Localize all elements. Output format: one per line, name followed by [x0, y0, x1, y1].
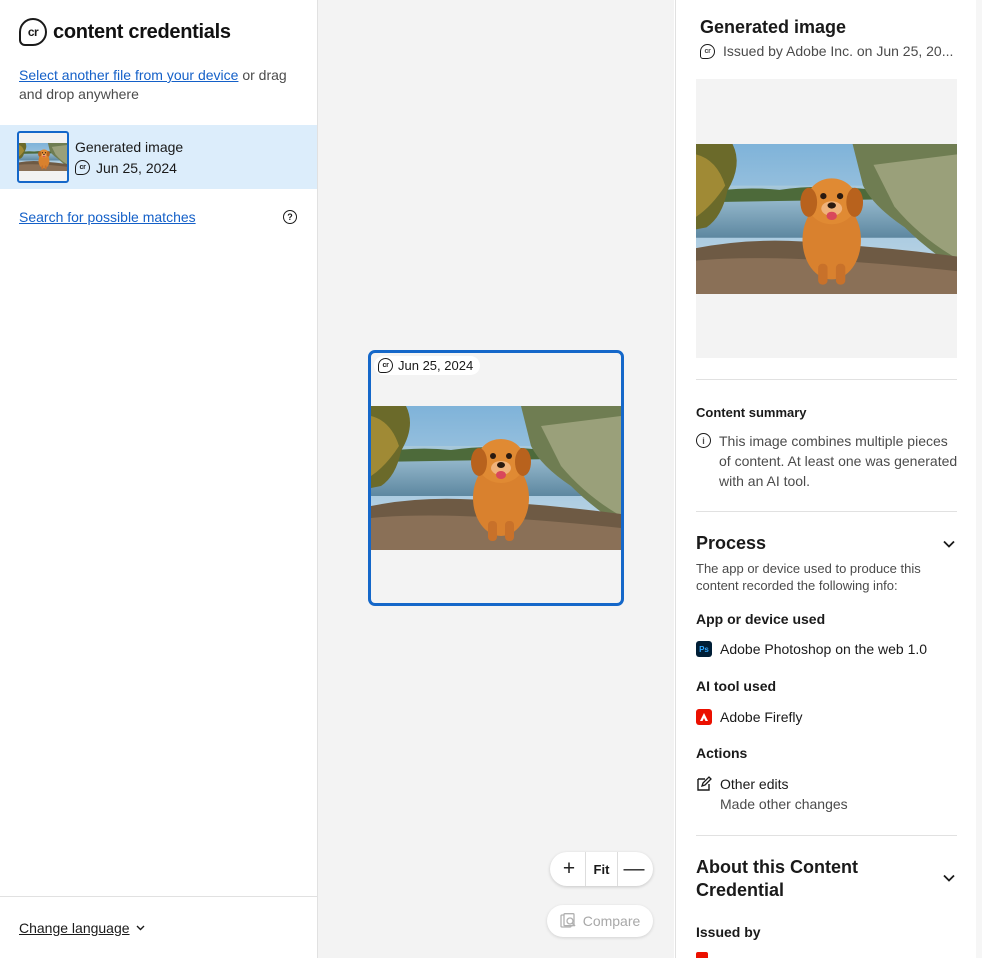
zoom-in-button[interactable]: + [558, 858, 580, 879]
chevron-down-icon[interactable] [942, 871, 956, 885]
cr-badge-icon: cr [75, 160, 90, 175]
upload-prompt: Select another file from your device or … [19, 66, 304, 104]
ai-tool-name: Adobe Firefly [720, 709, 803, 725]
actions-heading: Actions [696, 745, 748, 761]
select-file-link[interactable]: Select another file from your device [19, 67, 238, 83]
panel-title: Generated image [700, 17, 847, 37]
content-summary: i This image combines multiple pieces of… [696, 431, 958, 491]
info-icon: i [696, 433, 711, 448]
search-matches-row: Search for possible matches ? [19, 209, 297, 225]
content-summary-text: This image combines multiple pieces of c… [719, 433, 958, 489]
chevron-down-icon [136, 925, 145, 930]
issued-by-heading: Issued by [696, 924, 761, 940]
file-title: Generated image [75, 138, 184, 155]
panel-scrollbar[interactable] [976, 0, 982, 958]
sidebar-footer: Change language [0, 896, 317, 958]
chevron-down-icon[interactable] [942, 537, 956, 551]
action-description: Made other changes [720, 796, 848, 812]
change-language-button[interactable]: Change language [19, 920, 145, 936]
compare-label: Compare [582, 913, 641, 929]
card-date: Jun 25, 2024 [398, 358, 474, 373]
file-thumbnail [17, 131, 69, 183]
issued-line: cr Issued by Adobe Inc. on Jun 25, 20... [700, 43, 960, 59]
sidebar: cr content credentials Select another fi… [0, 0, 318, 958]
divider [696, 511, 957, 512]
canvas-area: cr Jun 25, 2024 + Fit — Compare [318, 0, 674, 958]
zoom-out-button[interactable]: — [623, 858, 645, 879]
process-heading[interactable]: Process [696, 533, 766, 554]
details-panel: Generated image cr Issued by Adobe Inc. … [675, 0, 982, 958]
app-name: content credentials [53, 20, 231, 43]
app-used-name: Adobe Photoshop on the web 1.0 [720, 641, 928, 657]
issued-text: Issued by Adobe Inc. on Jun 25, 20... [723, 43, 954, 59]
edit-icon [697, 776, 712, 791]
search-matches-link[interactable]: Search for possible matches [19, 209, 196, 225]
panel-image-preview [696, 79, 957, 358]
app-used-heading: App or device used [696, 611, 826, 627]
ai-tool-row: Adobe Firefly [696, 709, 802, 725]
zoom-controls: + Fit — [550, 852, 653, 886]
file-list-item[interactable]: Generated image cr Jun 25, 2024 [0, 125, 317, 189]
photoshop-icon: Ps [696, 641, 712, 657]
divider [696, 379, 957, 380]
card-image [371, 406, 621, 550]
help-icon[interactable]: ? [283, 210, 297, 224]
cr-logo-icon: cr [19, 18, 47, 46]
card-date-badge: cr Jun 25, 2024 [374, 356, 481, 375]
file-date: Jun 25, 2024 [96, 159, 177, 176]
cr-badge-icon: cr [700, 43, 715, 59]
ai-tool-heading: AI tool used [696, 678, 777, 694]
app-used-row: Ps Adobe Photoshop on the web 1.0 [696, 641, 927, 657]
action-item: Other edits Made other changes [696, 776, 848, 812]
zoom-fit-button[interactable]: Fit [584, 852, 619, 886]
about-credential-heading[interactable]: About this Content Credential [696, 856, 886, 902]
firefly-icon [696, 709, 712, 725]
action-name: Other edits [720, 776, 789, 792]
adobe-icon [696, 952, 708, 958]
divider [696, 835, 957, 836]
change-language-label: Change language [19, 919, 130, 936]
app-logo[interactable]: cr content credentials [19, 18, 231, 46]
process-description: The app or device used to produce this c… [696, 561, 921, 593]
compare-button[interactable]: Compare [547, 905, 653, 937]
content-summary-heading: Content summary [696, 405, 807, 420]
preview-image [696, 144, 957, 294]
cr-badge-icon: cr [378, 358, 393, 373]
compare-icon [560, 913, 576, 928]
image-card[interactable]: cr Jun 25, 2024 [368, 350, 624, 606]
